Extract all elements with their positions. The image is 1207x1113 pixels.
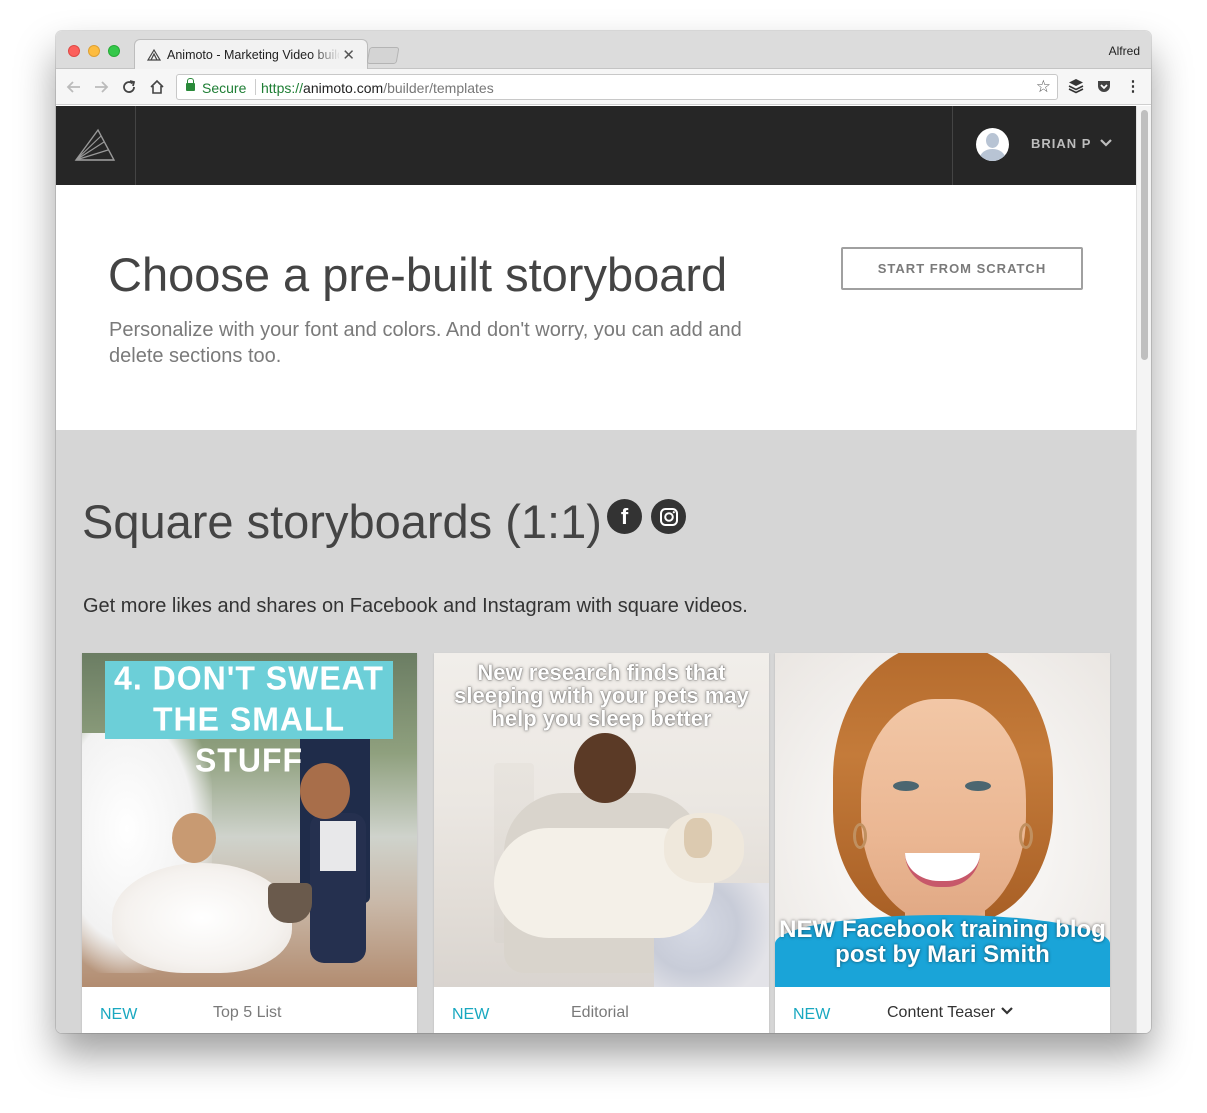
title-bar: Animoto - Marketing Video builder ✕ Alfr… [56, 31, 1151, 70]
bookmark-star-icon[interactable]: ☆ [1036, 77, 1051, 97]
browser-tab[interactable]: Animoto - Marketing Video builder ✕ [134, 39, 368, 70]
card-label-with-dropdown[interactable]: Content Teaser [887, 1004, 1013, 1022]
url-path: /builder/templates [383, 80, 494, 96]
ring-boy-shirt-shape [320, 821, 356, 871]
card-label: Editorial [571, 1004, 629, 1021]
card-thumbnail[interactable]: NEW Facebook training blog post by Mari … [775, 653, 1110, 987]
right-eye-shape [965, 781, 991, 791]
minimize-window-button[interactable] [88, 45, 100, 57]
hero-section: Choose a pre-built storyboard Personaliz… [56, 185, 1136, 430]
forward-arrow-icon[interactable] [91, 77, 111, 97]
right-earring-shape [1019, 823, 1033, 849]
page-viewport: BRIAN P Choose a pre-built storyboard Pe… [56, 106, 1136, 1033]
browser-toolbar: Secure https://animoto.com/builder/templ… [56, 69, 1151, 105]
section-title: Square storyboards (1:1) [82, 495, 602, 548]
animoto-logo-icon[interactable] [56, 106, 136, 185]
tab-close-icon[interactable]: ✕ [342, 46, 355, 64]
back-arrow-icon[interactable] [64, 77, 84, 97]
start-from-scratch-button[interactable]: START FROM SCRATCH [841, 247, 1083, 290]
avatar-body [980, 149, 1005, 161]
chevron-down-icon[interactable] [1099, 136, 1113, 150]
browser-window: Animoto - Marketing Video builder ✕ Alfr… [56, 31, 1151, 1033]
thumbnail-caption: New research finds that sleeping with yo… [454, 660, 749, 731]
card-footer: NEW Content Teaser [775, 987, 1110, 1033]
storyboard-card-top-5-list[interactable]: 4. DON'T SWEAT THE SMALL STUFF NEW Top 5… [82, 653, 417, 1033]
menu-dots-icon[interactable]: ⋮ [1124, 78, 1142, 96]
secure-label: Secure [202, 80, 247, 96]
address-bar[interactable]: Secure https://animoto.com/builder/templ… [176, 74, 1058, 100]
profile-name[interactable]: Alfred [1109, 44, 1140, 58]
thumbnail-caption: 4. DON'T SWEAT THE SMALL STUFF [114, 659, 384, 779]
pocket-extension-icon[interactable] [1095, 78, 1113, 99]
user-name[interactable]: BRIAN P [1031, 136, 1091, 151]
zoom-window-button[interactable] [108, 45, 120, 57]
close-window-button[interactable] [68, 45, 80, 57]
app-header: BRIAN P [56, 106, 1136, 185]
flower-girl-dress-shape [112, 863, 292, 973]
card-label: Content Teaser [887, 1004, 996, 1021]
animoto-favicon-icon [147, 48, 161, 61]
url-host: animoto.com [303, 80, 384, 96]
address-separator [255, 79, 256, 95]
avatar-head [986, 133, 999, 148]
person-head-shape [574, 733, 636, 803]
facebook-icon: f [607, 499, 642, 534]
card-footer: NEW Editorial [434, 987, 769, 1033]
thumbnail-caption: NEW Facebook training blog post by Mari … [779, 916, 1106, 968]
reload-icon[interactable] [119, 77, 139, 97]
chevron-down-icon[interactable] [1001, 1006, 1013, 1016]
instagram-icon [651, 499, 686, 534]
new-badge: NEW [100, 1006, 138, 1023]
left-earring-shape [853, 823, 867, 849]
card-thumbnail[interactable]: 4. DON'T SWEAT THE SMALL STUFF [82, 653, 417, 987]
section-subtitle: Get more likes and shares on Facebook an… [83, 595, 748, 617]
card-label: Top 5 List [213, 1004, 282, 1021]
basket-shape [268, 883, 312, 923]
buffer-extension-icon[interactable] [1067, 78, 1085, 99]
face-shape [861, 699, 1026, 924]
page-subtitle: Personalize with your font and colors. A… [109, 319, 742, 367]
avatar[interactable] [976, 128, 1009, 161]
scrollbar-thumb[interactable] [1141, 110, 1148, 360]
new-badge: NEW [452, 1006, 490, 1023]
card-thumbnail[interactable]: New research finds that sleeping with yo… [434, 653, 769, 987]
vertical-scrollbar[interactable] [1136, 106, 1151, 1033]
url-scheme: https:// [261, 80, 304, 96]
left-eye-shape [893, 781, 919, 791]
new-tab-button[interactable] [366, 47, 400, 64]
storyboard-card-content-teaser[interactable]: NEW Facebook training blog post by Mari … [775, 653, 1110, 1033]
page-title: Choose a pre-built storyboard [108, 248, 728, 301]
user-menu[interactable]: BRIAN P [952, 106, 1136, 185]
dog-ear-shape [684, 818, 712, 858]
storyboard-card-editorial[interactable]: New research finds that sleeping with yo… [434, 653, 769, 1033]
home-icon[interactable] [147, 77, 167, 97]
url-text[interactable]: https://animoto.com/builder/templates [261, 80, 494, 96]
lock-icon [186, 78, 195, 91]
flower-girl-head-shape [172, 813, 216, 863]
new-badge: NEW [793, 1006, 831, 1023]
tab-title-fade [311, 44, 341, 64]
card-footer: NEW Top 5 List [82, 987, 417, 1033]
